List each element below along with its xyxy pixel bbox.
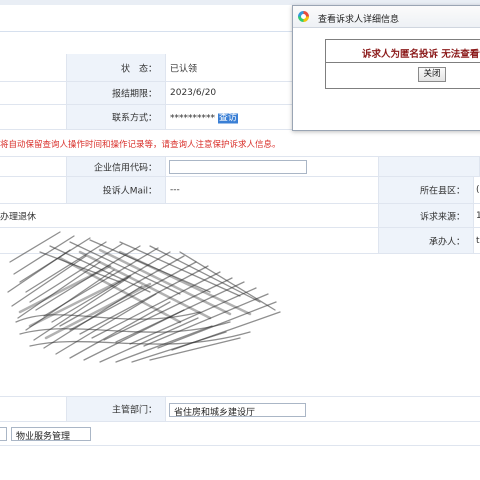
dialog-message-box: 诉求人为匿名投诉 无法查看详细 — [325, 39, 480, 89]
email-row: 投诉人Mail： --- 所在县区： ( — [0, 177, 480, 204]
status-value: 已认领 — [170, 64, 198, 74]
credit-code-label: 企业信用代码： — [93, 163, 157, 173]
credit-code-input[interactable] — [169, 160, 307, 174]
credit-code-row: 企业信用代码： — [0, 156, 480, 177]
status-label: 状 态： — [120, 64, 157, 74]
dialog-divider — [326, 62, 480, 63]
contact-label-cell: 联系方式： — [66, 105, 166, 129]
email-label-cell: 投诉人Mail： — [66, 177, 166, 203]
dialog-titlebar[interactable]: 查看诉求人详细信息 — [293, 6, 480, 28]
handler-label-cell: 承办人： — [378, 228, 474, 253]
county-label-cell: 所在县区： — [378, 177, 474, 203]
category-input-1[interactable] — [0, 427, 7, 441]
dialog-title: 查看诉求人详细信息 — [318, 15, 400, 25]
privacy-warning: 将自动保留查询人操作时间和操作记录等，请查询人注意保护诉求人信息。 — [0, 140, 281, 150]
browser-icon — [298, 11, 309, 22]
source-value: 1 — [476, 210, 480, 221]
source-label-cell: 诉求来源： — [378, 204, 474, 227]
county-value: ( — [476, 185, 480, 195]
dept-label-cell: 主管部门： — [66, 397, 166, 421]
credit-code-right-cell — [378, 157, 480, 176]
detail-dialog: 查看诉求人详细信息 诉求人为匿名投诉 无法查看详细 关闭 — [292, 5, 480, 131]
deadline-label-cell: 报结期限： — [66, 82, 166, 104]
redacted-content — [7, 231, 281, 363]
email-label: 投诉人Mail： — [102, 186, 157, 197]
source-label: 诉求来源： — [419, 212, 465, 222]
deadline-label: 报结期限： — [111, 89, 157, 100]
dept-input[interactable]: 省住房和城乡建设厅 — [169, 403, 306, 418]
email-value: --- — [170, 185, 180, 195]
title-fragment: 办理退休 — [0, 212, 37, 222]
dept-label: 主管部门： — [111, 405, 157, 416]
credit-code-label-cell: 企业信用代码： — [66, 157, 166, 176]
category-input-2[interactable]: 物业服务管理 — [11, 427, 91, 442]
county-label: 所在县区： — [419, 186, 465, 197]
category-row: 物业服务管理 — [0, 422, 480, 446]
contact-masked-value: ********** — [170, 113, 215, 124]
dept-row: 主管部门： 省住房和城乡建设厅 — [0, 396, 480, 422]
contact-view-link[interactable]: 查访 — [217, 113, 238, 124]
close-button[interactable]: 关闭 — [418, 67, 446, 82]
handler-label: 承办人： — [428, 237, 465, 247]
contact-value: ********** 查访 — [170, 111, 238, 124]
contact-label: 联系方式： — [111, 113, 157, 124]
status-label-cell: 状 态： — [66, 54, 166, 81]
dialog-message: 诉求人为匿名投诉 无法查看详细 — [362, 49, 480, 60]
deadline-value: 2023/6/20 — [170, 88, 217, 98]
handler-value: t — [476, 235, 480, 246]
